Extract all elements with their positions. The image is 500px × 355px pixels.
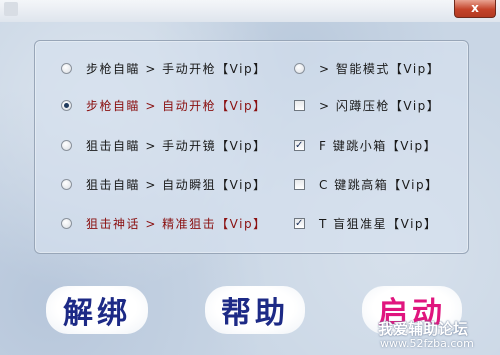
radio-button[interactable] — [61, 178, 72, 190]
radio-button[interactable] — [61, 217, 72, 229]
option-sniper-manual-scope[interactable]: 狙击自瞄 > 手动开镜【Vip】 — [61, 137, 267, 153]
radio-button-selected[interactable] — [61, 99, 72, 111]
checkbox-checked[interactable]: ✓ — [294, 139, 305, 151]
help-button[interactable]: 帮助 — [205, 286, 305, 334]
option-sniper-precision[interactable]: 狙击神话 > 精准狙击【Vip】 — [61, 215, 267, 231]
close-button[interactable]: x — [454, 0, 496, 18]
option-label: F 键跳小箱【Vip】 — [319, 138, 438, 153]
option-crouch-recoil[interactable]: > 闪蹲压枪【Vip】 — [294, 97, 440, 113]
option-rifle-auto[interactable]: 步枪自瞄 > 自动开枪【Vip】 — [61, 97, 267, 113]
watermark-text: 我爱辅助论坛 — [378, 320, 469, 338]
checkbox-checked[interactable]: ✓ — [294, 217, 305, 229]
radio-button[interactable] — [61, 62, 72, 74]
option-label: > 智能模式【Vip】 — [319, 61, 441, 76]
option-label: 狙击神话 > 精准狙击【Vip】 — [86, 216, 267, 231]
option-sniper-quickscope[interactable]: 狙击自瞄 > 自动瞬狙【Vip】 — [61, 176, 267, 192]
option-c-jump-high-box[interactable]: C 键跳高箱【Vip】 — [294, 176, 439, 192]
radio-button[interactable] — [294, 62, 305, 74]
app-icon — [4, 2, 18, 16]
option-label: 狙击自瞄 > 自动瞬狙【Vip】 — [86, 177, 267, 192]
option-f-jump-small-box[interactable]: ✓ F 键跳小箱【Vip】 — [294, 137, 437, 153]
option-label: C 键跳高箱【Vip】 — [319, 177, 439, 192]
watermark-url: www.52fzba.com — [380, 337, 474, 350]
checkbox[interactable] — [294, 99, 305, 111]
checkbox[interactable] — [294, 178, 305, 190]
title-bar: x — [0, 0, 500, 22]
option-label: > 闪蹲压枪【Vip】 — [319, 98, 441, 113]
option-label: 步枪自瞄 > 自动开枪【Vip】 — [86, 98, 267, 113]
option-label: 狙击自瞄 > 手动开镜【Vip】 — [86, 138, 267, 153]
option-rifle-manual[interactable]: 步枪自瞄 > 手动开枪【Vip】 — [61, 60, 267, 76]
unbind-button[interactable]: 解绑 — [46, 286, 148, 334]
option-label: T 盲狙准星【Vip】 — [319, 216, 438, 231]
option-label: 步枪自瞄 > 手动开枪【Vip】 — [86, 61, 267, 76]
radio-button[interactable] — [61, 139, 72, 151]
option-t-noscope-crosshair[interactable]: ✓ T 盲狙准星【Vip】 — [294, 215, 438, 231]
option-smart-mode[interactable]: > 智能模式【Vip】 — [294, 60, 440, 76]
